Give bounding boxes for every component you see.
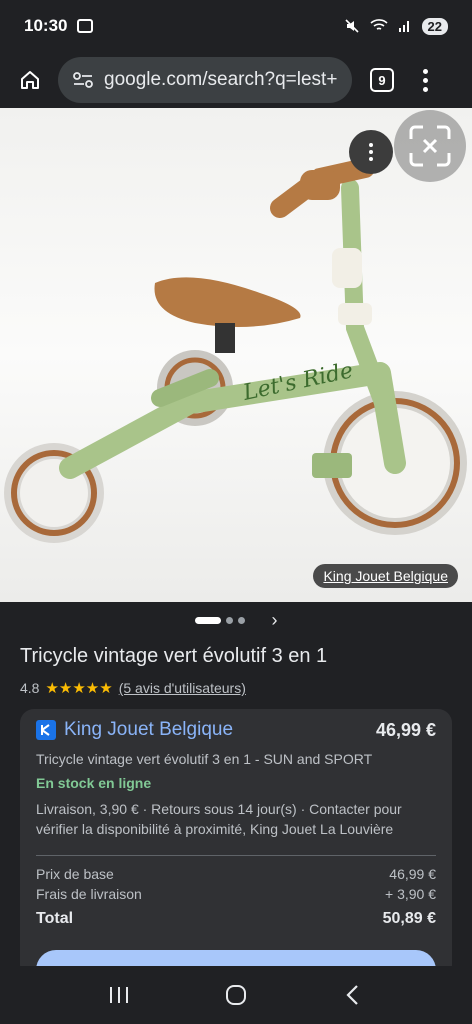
shipping-row: Frais de livraison + 3,90 € (36, 886, 436, 902)
battery-level: 22 (421, 17, 448, 35)
back-button[interactable] (333, 975, 373, 1015)
total-row: Total 50,89 € (36, 910, 436, 928)
home-button[interactable] (16, 66, 44, 94)
shipping-label: Frais de livraison (36, 886, 142, 902)
home-icon (21, 71, 39, 89)
home-nav-button[interactable] (216, 975, 256, 1015)
rating-value: 4.8 (20, 680, 40, 696)
star-rating-icon: ★★★★★ (45, 680, 113, 697)
system-nav-bar (0, 966, 472, 1024)
carousel-dot[interactable] (237, 616, 245, 624)
delivery-info: Livraison, 3,90 € · Retours sous 14 jour… (36, 801, 402, 837)
total-label: Total (36, 910, 74, 927)
shipping-value: + 3,90 € (385, 886, 436, 902)
url-text: google.com/search?q=lest+ (104, 69, 338, 90)
tricycle-illustration: Let's Ride (4, 158, 467, 543)
product-rating: 4.8 ★★★★★ (5 avis d'utilisateurs) (20, 679, 246, 697)
recent-apps-button[interactable] (99, 975, 139, 1015)
offer-card[interactable]: King Jouet Belgique 46,99 € Tricycle vin… (20, 709, 452, 990)
product-title: Tricycle vintage vert évolutif 3 en 1 (20, 645, 328, 667)
base-price-label: Prix de base (36, 866, 114, 882)
browser-toolbar: google.com/search?q=lest+ 9 (0, 52, 472, 108)
wifi-icon (369, 19, 388, 30)
screen-record-icon (77, 19, 94, 33)
product-image[interactable]: Let's Ride King Jouet Belgique (0, 108, 472, 602)
stock-status: En stock en ligne (36, 775, 152, 791)
lens-icon (409, 125, 451, 167)
seller-row: King Jouet Belgique 46,99 € (36, 719, 436, 741)
recent-apps-icon (109, 987, 128, 1003)
chevron-right-icon[interactable]: › (272, 610, 278, 631)
carousel-dot[interactable] (225, 616, 233, 624)
tab-switcher-button[interactable]: 9 (370, 68, 394, 92)
browser-menu-button[interactable] (422, 68, 428, 92)
site-settings-icon[interactable] (72, 71, 94, 89)
home-circle-icon (225, 985, 246, 1005)
status-time: 10:30 (24, 16, 68, 35)
reviews-link[interactable]: (5 avis d'utilisateurs) (119, 680, 246, 696)
image-source-chip[interactable]: King Jouet Belgique (313, 564, 458, 588)
back-icon (346, 985, 359, 1005)
status-icons: 22 (344, 17, 448, 35)
image-carousel-indicator: › (0, 602, 472, 638)
divider (36, 855, 436, 856)
image-more-button[interactable] (349, 130, 393, 174)
offer-price: 46,99 € (375, 719, 436, 740)
base-price-row: Prix de base 46,99 € (36, 866, 436, 882)
offer-description: Tricycle vintage vert évolutif 3 en 1 - … (36, 751, 373, 767)
signal-icon (398, 21, 409, 32)
lens-button[interactable] (394, 110, 466, 182)
mute-icon (344, 19, 359, 33)
seller-logo-icon (36, 720, 56, 740)
total-value: 50,89 € (382, 910, 436, 927)
status-bar: 10:30 22 (0, 0, 472, 52)
carousel-dot-active[interactable] (194, 616, 221, 624)
address-bar[interactable]: google.com/search?q=lest+ (58, 57, 352, 103)
seller-name[interactable]: King Jouet Belgique (64, 719, 233, 741)
bike-brand-text: Let's Ride (240, 358, 355, 406)
base-price-value: 46,99 € (389, 866, 436, 882)
